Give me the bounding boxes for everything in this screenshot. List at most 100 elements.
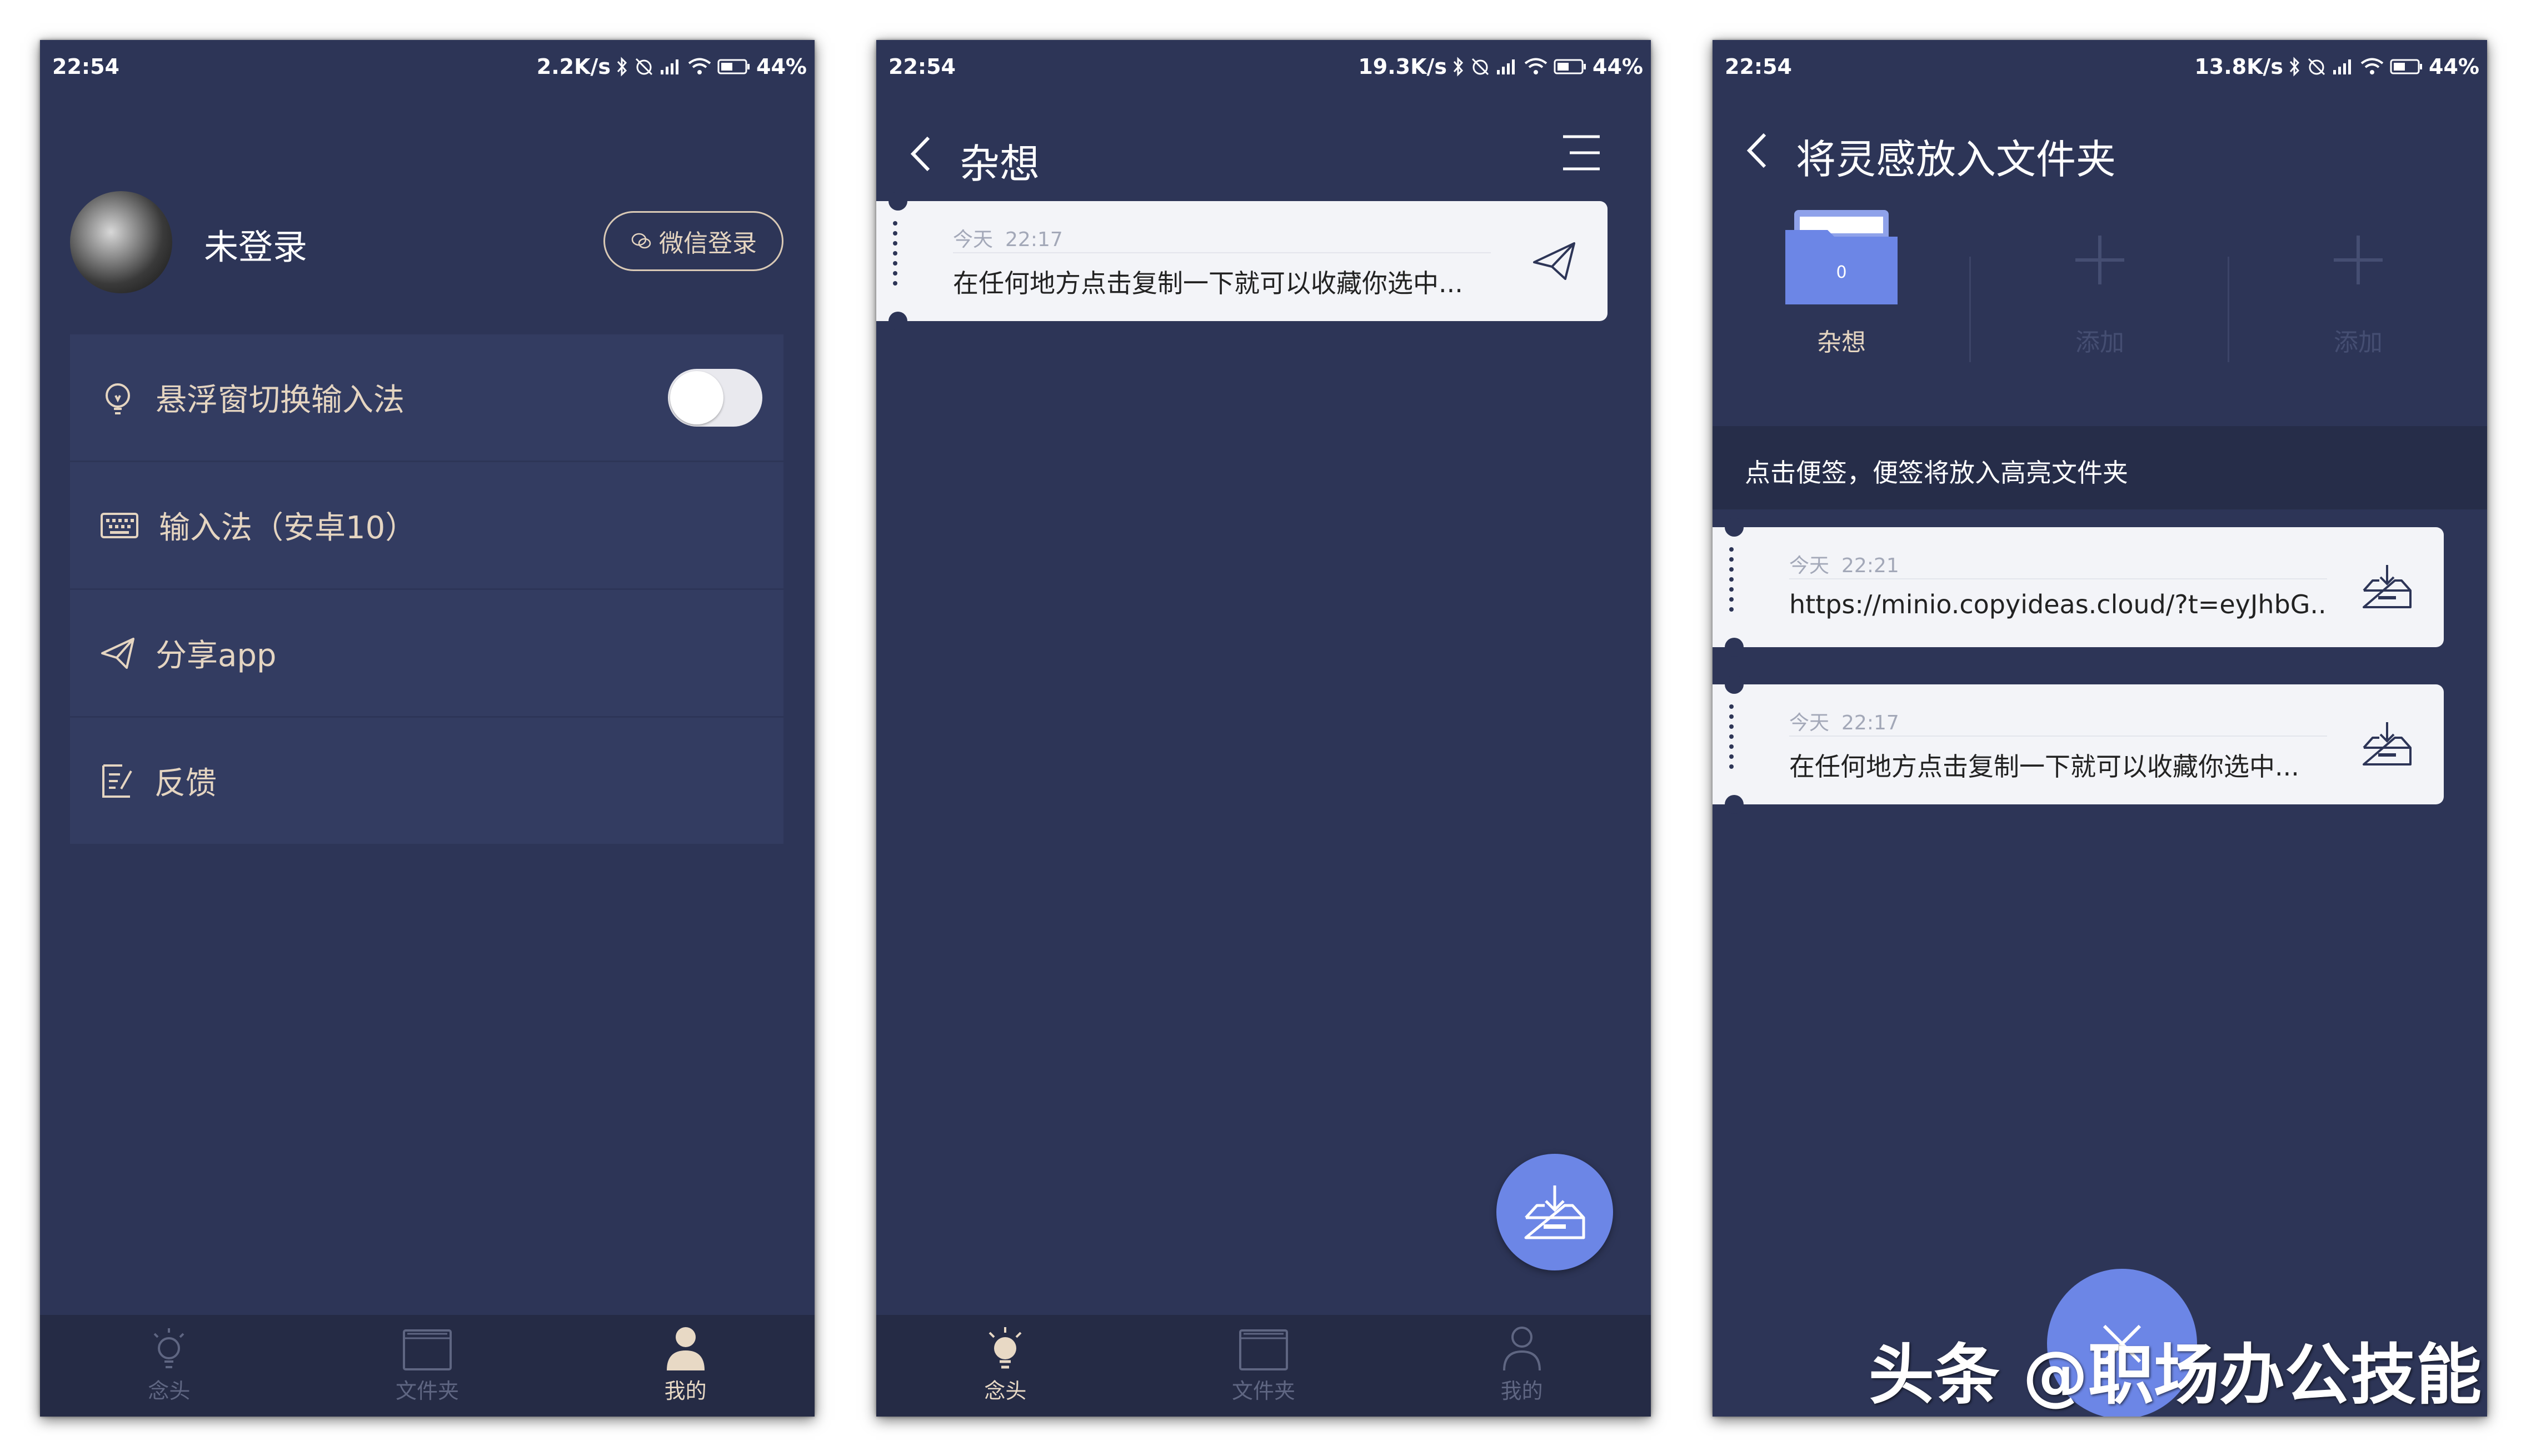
page-title: 将灵感放入文件夹	[1796, 136, 2116, 183]
note-day: 今天	[1789, 712, 1830, 734]
folder-name: 杂想	[1817, 328, 1866, 357]
folder-count: 0	[1836, 263, 1846, 282]
nav-idea[interactable]: 念头	[40, 1315, 298, 1417]
wechat-login-button[interactable]: 微信登录	[603, 211, 783, 271]
nav-mine[interactable]: 我的	[556, 1315, 815, 1417]
add-folder-label: 添加	[2334, 328, 2383, 357]
send-icon	[101, 637, 134, 669]
network-speed: 19.3K/s	[1358, 54, 1447, 79]
folder-row: 0 杂想 添加 添加	[1713, 207, 2487, 407]
bottom-nav: 念头 文件夹 我的	[40, 1315, 815, 1417]
note-card[interactable]: 今天 22:21 https://minio.copyideas.cloud/?t…	[1713, 518, 2444, 657]
alarm-off-icon	[2308, 58, 2325, 76]
signal-icon	[1497, 59, 1515, 74]
menu-item-feedback[interactable]: 反馈	[70, 718, 783, 845]
battery-icon	[1554, 59, 1586, 74]
nav-folder[interactable]: 文件夹	[1135, 1315, 1393, 1417]
bluetooth-icon	[617, 57, 627, 77]
note-card[interactable]: 今天 22:17 在任何地方点击复制一下就可以收藏你选中...	[1713, 675, 2444, 814]
wifi-icon	[2360, 58, 2384, 74]
keyboard-icon	[101, 512, 138, 538]
bottom-nav: 念头 文件夹 我的	[876, 1315, 1651, 1417]
user-icon	[1502, 1327, 1541, 1371]
menu-item-label: 分享app	[156, 638, 277, 674]
inbox-download-icon[interactable]	[2362, 563, 2413, 609]
note-meta: 今天 22:17	[953, 223, 1075, 252]
menu-item-share-app[interactable]: 分享app	[70, 590, 783, 718]
import-fab[interactable]	[1496, 1154, 1613, 1270]
note-separator	[953, 252, 1491, 253]
menu-item-ime-android10[interactable]: 输入法（安卓10）	[70, 462, 783, 590]
network-speed: 2.2K/s	[536, 54, 611, 79]
inbox-download-icon	[1524, 1185, 1585, 1239]
alarm-off-icon	[1471, 58, 1489, 76]
status-time: 22:54	[52, 54, 119, 79]
watermark: 头条 @职场办公技能	[1868, 1337, 2482, 1413]
back-icon[interactable]	[1746, 132, 1768, 169]
note-time: 22:17	[1005, 228, 1063, 251]
floating-ime-toggle[interactable]	[668, 369, 762, 427]
send-icon[interactable]	[1532, 240, 1576, 282]
notes-screen: 22:54 19.3K/s 44% 杂想 今天 22:17 在任何地方点击复制一下…	[876, 40, 1651, 1417]
bulb-outline-icon	[106, 383, 130, 414]
note-text: https://minio.copyideas.cloud/?t=eyJhbG.…	[1789, 589, 2328, 619]
status-time: 22:54	[888, 54, 956, 79]
username: 未登录	[204, 227, 308, 267]
nav-folder[interactable]: 文件夹	[298, 1315, 557, 1417]
bluetooth-icon	[1453, 57, 1464, 77]
note-time: 22:17	[1841, 712, 1899, 734]
app-header: 杂想	[876, 118, 1651, 187]
note-text: 在任何地方点击复制一下就可以收藏你选中...	[953, 268, 1463, 298]
inbox-download-icon[interactable]	[2362, 720, 2413, 767]
note-card[interactable]: 今天 22:17 在任何地方点击复制一下就可以收藏你选中...	[876, 192, 1608, 331]
note-day: 今天	[1789, 554, 1830, 577]
avatar[interactable]	[70, 191, 172, 293]
battery-icon	[717, 59, 750, 74]
add-folder-slot[interactable]: 添加	[2229, 207, 2487, 396]
wechat-icon	[631, 233, 651, 249]
battery-percent: 44%	[2429, 54, 2479, 79]
card-perforation	[1728, 542, 1735, 647]
folder-picker-screen: 22:54 13.8K/s 44% 将灵感放入文件夹 0 杂想 添加 添加 点击…	[1713, 40, 2487, 1417]
status-bar: 22:54 2.2K/s 44%	[40, 40, 815, 96]
menu-item-label: 反馈	[154, 765, 217, 802]
menu-item-label: 悬浮窗切换输入法	[156, 382, 405, 418]
menu-item-label: 输入法（安卓10）	[159, 510, 417, 546]
nav-mine-label: 我的	[1500, 1379, 1543, 1403]
card-notch	[1725, 675, 1744, 694]
bluetooth-icon	[2289, 57, 2300, 77]
add-folder-slot[interactable]: 添加	[1971, 207, 2229, 396]
menu-item-floating-ime[interactable]: 悬浮窗切换输入法	[70, 334, 783, 462]
note-time: 22:21	[1841, 554, 1899, 577]
wifi-icon	[688, 58, 711, 74]
status-bar: 22:54 19.3K/s 44%	[876, 40, 1651, 96]
folder-item[interactable]: 0 杂想	[1713, 207, 1970, 396]
signal-icon	[2333, 59, 2352, 74]
nav-mine-label: 我的	[664, 1379, 707, 1403]
app-header: 将灵感放入文件夹	[1713, 118, 2487, 184]
toggle-knob	[670, 371, 723, 424]
plus-icon	[2334, 236, 2383, 284]
status-time: 22:54	[1725, 54, 1792, 79]
card-perforation	[1728, 699, 1735, 804]
menu-icon[interactable]	[1561, 133, 1602, 172]
hint-text: 点击便签，便签将放入高亮文件夹	[1745, 458, 2128, 488]
settings-menu: 悬浮窗切换输入法 输入法（安卓10） 分享app 反馈	[70, 334, 783, 845]
card-notch	[1725, 518, 1744, 537]
plus-icon	[2075, 236, 2124, 284]
nav-idea[interactable]: 念头	[876, 1315, 1135, 1417]
note-separator	[1789, 578, 2327, 579]
card-perforation	[892, 216, 898, 321]
hint-banner: 点击便签，便签将放入高亮文件夹	[1713, 426, 2487, 509]
network-speed: 13.8K/s	[2194, 54, 2284, 79]
nav-idea-label: 念头	[148, 1379, 191, 1403]
nav-mine[interactable]: 我的	[1392, 1315, 1651, 1417]
nav-folder-label: 文件夹	[1232, 1379, 1296, 1403]
bulb-icon	[989, 1327, 1022, 1369]
nav-idea-label: 念头	[984, 1379, 1027, 1403]
battery-percent: 44%	[756, 54, 807, 79]
back-icon[interactable]	[910, 136, 932, 172]
note-day: 今天	[953, 228, 994, 251]
folder-tab-icon	[403, 1329, 452, 1370]
card-notch	[888, 192, 907, 211]
